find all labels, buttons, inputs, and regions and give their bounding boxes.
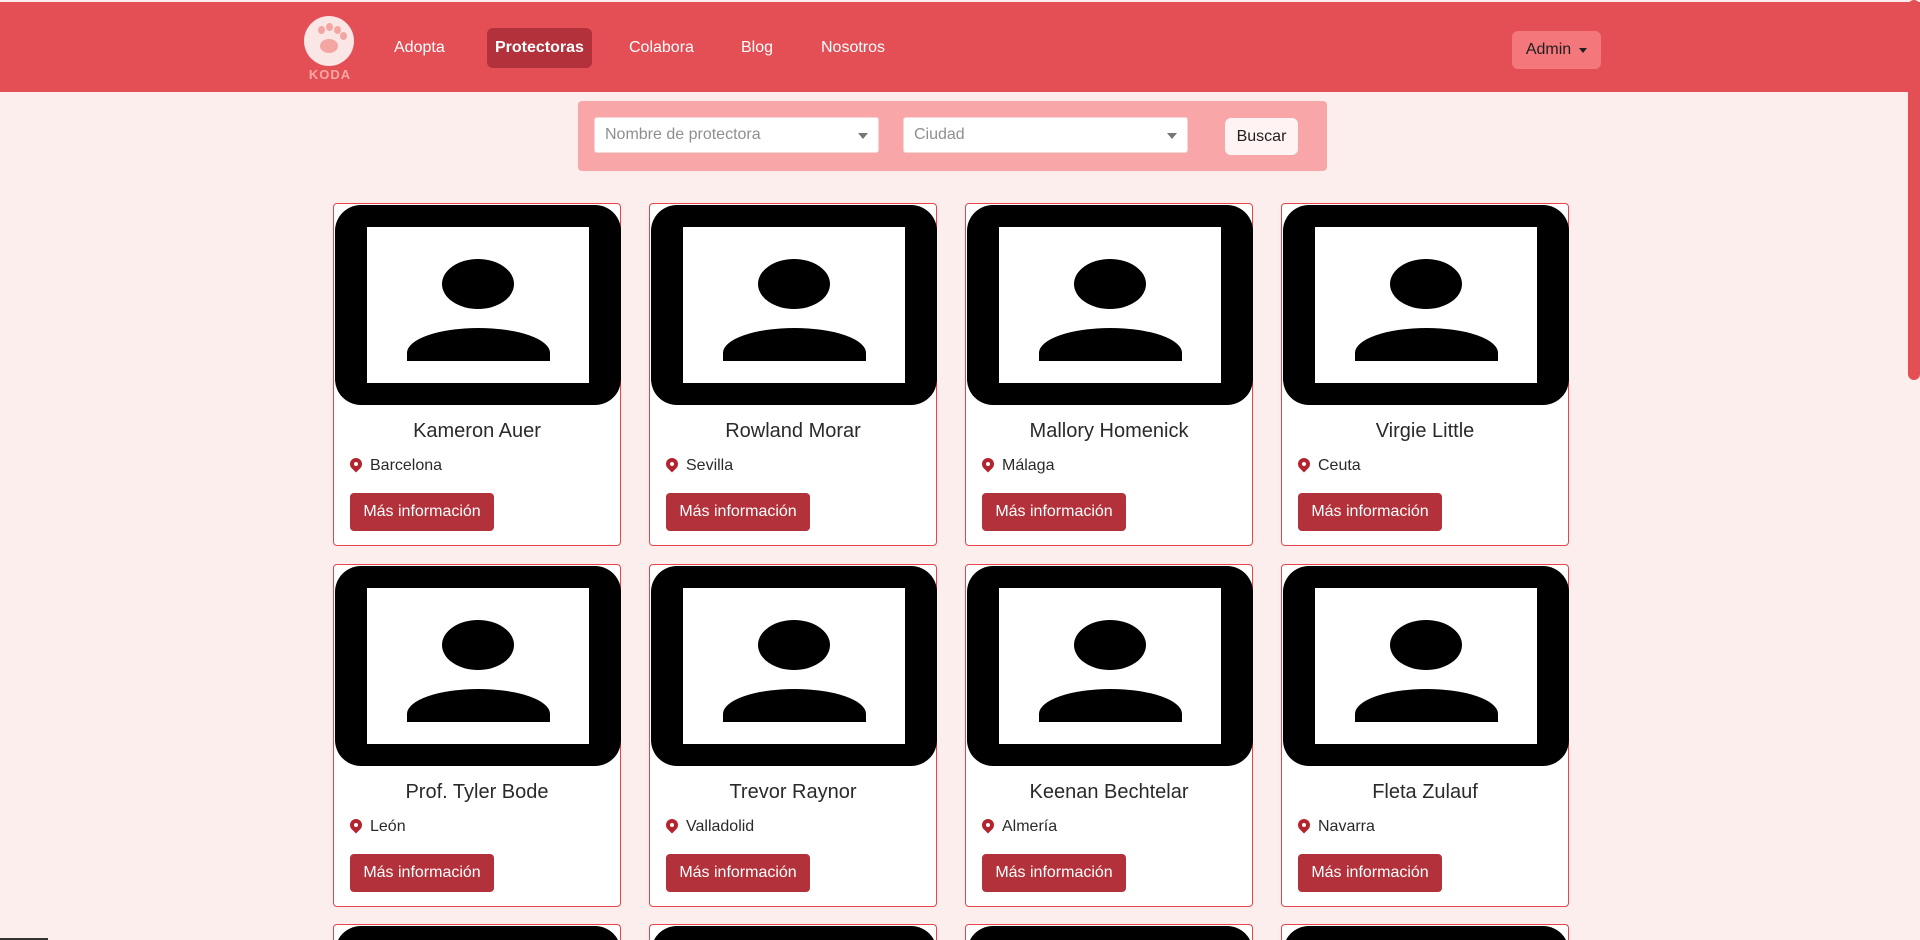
location-pin-icon <box>979 455 997 475</box>
shelter-card-partial <box>649 924 937 940</box>
person-placeholder-icon <box>967 566 1253 766</box>
more-info-button[interactable]: Más información <box>1298 854 1442 892</box>
shelter-location: León <box>347 816 406 837</box>
nav-adopta[interactable]: Adopta <box>386 28 453 68</box>
more-info-button[interactable]: Más información <box>350 854 494 892</box>
paw-logo-icon <box>304 16 354 66</box>
location-pin-icon <box>979 816 997 836</box>
shelter-name: Virgie Little <box>1375 420 1475 442</box>
shelter-name: Fleta Zulauf <box>1372 781 1478 803</box>
shelter-city: Navarra <box>1318 818 1375 835</box>
shelter-name-placeholder: Nombre de protectora <box>605 126 761 143</box>
shelter-name: Kameron Auer <box>413 420 541 442</box>
nav-colabora[interactable]: Colabora <box>621 28 702 68</box>
location-pin-icon <box>663 816 681 836</box>
search-panel: Nombre de protectora Ciudad Buscar <box>578 101 1327 171</box>
city-placeholder: Ciudad <box>914 126 965 143</box>
nav-nosotros[interactable]: Nosotros <box>813 28 893 68</box>
shelter-name-select[interactable]: Nombre de protectora <box>594 117 879 153</box>
shelter-card-partial <box>1281 924 1569 940</box>
nav-blog[interactable]: Blog <box>733 28 781 68</box>
more-info-button[interactable]: Más información <box>666 493 810 531</box>
nav-protectoras[interactable]: Protectoras <box>487 28 592 68</box>
person-placeholder-icon <box>651 566 937 766</box>
shelter-city: Málaga <box>1002 457 1055 474</box>
person-placeholder-icon <box>967 205 1253 405</box>
location-pin-icon <box>347 816 365 836</box>
shelter-name: Mallory Homenick <box>1029 420 1189 442</box>
shelter-card: Prof. Tyler Bode León Más información <box>333 564 621 907</box>
shelter-location: Navarra <box>1295 816 1375 837</box>
shelter-city: Ceuta <box>1318 457 1361 474</box>
brand-logo[interactable]: KODA <box>304 16 356 82</box>
shelter-name: Prof. Tyler Bode <box>405 781 549 803</box>
shelter-card-partial <box>333 924 621 940</box>
shelter-city: Barcelona <box>370 457 443 474</box>
shelter-city: Almería <box>1002 818 1058 835</box>
shelter-grid: Kameron Auer Barcelona Más información R… <box>333 203 1569 907</box>
shelter-card: Mallory Homenick Málaga Más información <box>965 203 1253 546</box>
more-info-button[interactable]: Más información <box>982 493 1126 531</box>
shelter-card: Virgie Little Ceuta Más información <box>1281 203 1569 546</box>
person-placeholder-icon <box>335 566 621 766</box>
shelter-card-partial <box>965 924 1253 940</box>
more-info-button[interactable]: Más información <box>982 854 1126 892</box>
shelter-card: Trevor Raynor Valladolid Más información <box>649 564 937 907</box>
shelter-card: Rowland Morar Sevilla Más información <box>649 203 937 546</box>
vertical-scrollbar[interactable] <box>1908 0 1920 380</box>
search-button[interactable]: Buscar <box>1225 118 1298 155</box>
more-info-button[interactable]: Más información <box>350 493 494 531</box>
shelter-location: Almería <box>979 816 1058 837</box>
shelter-city: León <box>370 818 406 835</box>
top-navbar: KODA Adopta Protectoras Colabora Blog No… <box>0 2 1920 92</box>
shelter-card: Keenan Bechtelar Almería Más información <box>965 564 1253 907</box>
shelter-location: Ceuta <box>1295 455 1361 476</box>
caret-down-icon <box>1579 47 1588 53</box>
more-info-button[interactable]: Más información <box>1298 493 1442 531</box>
shelter-city: Valladolid <box>686 818 755 835</box>
person-placeholder-icon <box>1283 205 1569 405</box>
admin-dropdown-button[interactable]: Admin <box>1512 31 1601 69</box>
shelter-location: Valladolid <box>663 816 755 837</box>
shelter-city: Sevilla <box>686 457 734 474</box>
more-info-button[interactable]: Más información <box>666 854 810 892</box>
shelter-name: Rowland Morar <box>725 420 861 442</box>
dropdown-arrow-icon <box>1167 133 1177 139</box>
shelter-card: Fleta Zulauf Navarra Más información <box>1281 564 1569 907</box>
shelter-location: Málaga <box>979 455 1055 476</box>
shelter-name: Trevor Raynor <box>729 781 857 803</box>
location-pin-icon <box>1295 816 1313 836</box>
person-placeholder-icon <box>1283 566 1569 766</box>
shelter-location: Barcelona <box>347 455 443 476</box>
shelter-name: Keenan Bechtelar <box>1029 781 1189 803</box>
person-placeholder-icon <box>335 205 621 405</box>
shelter-location: Sevilla <box>663 455 734 476</box>
location-pin-icon <box>347 455 365 475</box>
brand-name: KODA <box>308 67 352 82</box>
person-placeholder-icon <box>651 205 937 405</box>
location-pin-icon <box>1295 455 1313 475</box>
shelter-card: Kameron Auer Barcelona Más información <box>333 203 621 546</box>
admin-label: Admin <box>1525 41 1572 58</box>
dropdown-arrow-icon <box>858 133 868 139</box>
location-pin-icon <box>663 455 681 475</box>
city-select[interactable]: Ciudad <box>903 117 1188 153</box>
